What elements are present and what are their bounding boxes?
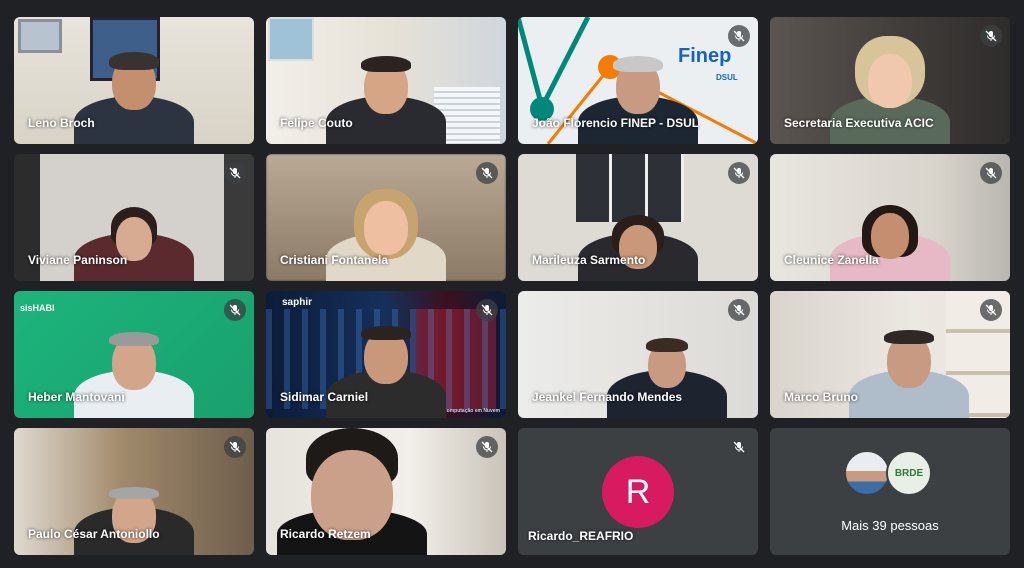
muted-mic-icon — [224, 162, 246, 184]
participant-tile-heber-mantovani[interactable]: sisHABI Heber Mantovani — [14, 291, 254, 418]
participant-name: Jeankel Fernando Mendes — [532, 390, 683, 404]
participant-name: Ricardo_REAFRIO — [528, 529, 634, 543]
more-participants-avatars: BRDE — [844, 450, 936, 498]
participant-tile-ricardo-reafrio[interactable]: R Ricardo_REAFRIO — [518, 428, 758, 555]
participant-name: Viviane Paninson — [28, 253, 128, 267]
participant-name: Cleunice Zanella — [784, 253, 879, 267]
muted-mic-icon — [224, 299, 246, 321]
participant-name: Marco Bruno — [784, 390, 859, 404]
brde-badge-text: BRDE — [894, 467, 924, 479]
participant-tile-jeankel-fernando-mendes[interactable]: Jeankel Fernando Mendes — [518, 291, 758, 418]
participant-name: Sidimar Carniel — [280, 390, 369, 404]
muted-mic-icon — [476, 436, 498, 458]
muted-mic-icon — [728, 436, 750, 458]
participant-tile-secretaria-acic[interactable]: Secretaria Executiva ACIC — [770, 17, 1010, 144]
muted-mic-icon — [476, 299, 498, 321]
participant-tile-marco-bruno[interactable]: Marco Bruno — [770, 291, 1010, 418]
muted-mic-icon — [728, 25, 750, 47]
muted-mic-icon — [980, 162, 1002, 184]
sishabi-logo: sisHABI — [20, 303, 55, 313]
participant-tile-leno-broch[interactable]: Leno Broch — [14, 17, 254, 144]
finep-subtitle: DSUL — [716, 73, 738, 82]
avatar: R — [602, 456, 674, 528]
more-participants-tile[interactable]: BRDE Mais 39 pessoas — [770, 428, 1010, 555]
participant-name: Ricardo Retzem — [280, 527, 371, 541]
wall-frame — [18, 19, 62, 53]
saphir-caption: Computação em Nuvem — [443, 408, 500, 414]
participant-name: Marileuza Sarmento — [532, 253, 646, 267]
muted-mic-icon — [728, 299, 750, 321]
participant-tile-sidimar-carniel[interactable]: saphir Computação em Nuvem Sidimar Carni… — [266, 291, 506, 418]
participant-tile-viviane-paninson[interactable]: Viviane Paninson — [14, 154, 254, 281]
muted-mic-icon — [476, 162, 498, 184]
participant-name: Paulo César Antoniollo — [28, 527, 160, 541]
participant-name: Cristiani Fontanela — [280, 253, 389, 267]
brde-avatar: BRDE — [886, 450, 932, 496]
participant-tile-ricardo-retzem[interactable]: Ricardo Retzem — [266, 428, 506, 555]
participant-name: Heber Mantovani — [28, 390, 125, 404]
participant-tile-cleunice-zanella[interactable]: Cleunice Zanella — [770, 154, 1010, 281]
participant-name: Secretaria Executiva ACIC — [784, 116, 934, 130]
participant-video — [849, 308, 970, 418]
muted-mic-icon — [224, 436, 246, 458]
video-grid: Leno Broch Felipe Couto Finep DSUL João … — [14, 17, 1010, 557]
more-participants-label: Mais 39 pessoas — [841, 518, 939, 533]
participant-name: Felipe Couto — [280, 116, 353, 130]
participant-tile-joao-florencio[interactable]: Finep DSUL João Florencio FINEP - DSUL — [518, 17, 758, 144]
muted-mic-icon — [980, 299, 1002, 321]
participant-name: Leno Broch — [28, 116, 95, 130]
muted-mic-icon — [728, 162, 750, 184]
participant-tile-marileuza-sarmento[interactable]: Marileuza Sarmento — [518, 154, 758, 281]
participant-tile-cristiani-fontanela[interactable]: Cristiani Fontanela — [266, 154, 506, 281]
avatar — [844, 450, 890, 496]
wall-picture — [268, 17, 314, 61]
participant-tile-paulo-cesar-antoniollo[interactable]: Paulo César Antoniollo — [14, 428, 254, 555]
muted-mic-icon — [980, 25, 1002, 47]
participant-tile-felipe-couto[interactable]: Felipe Couto — [266, 17, 506, 144]
participant-name: João Florencio FINEP - DSUL — [532, 116, 700, 130]
saphir-logo: saphir — [282, 297, 313, 308]
